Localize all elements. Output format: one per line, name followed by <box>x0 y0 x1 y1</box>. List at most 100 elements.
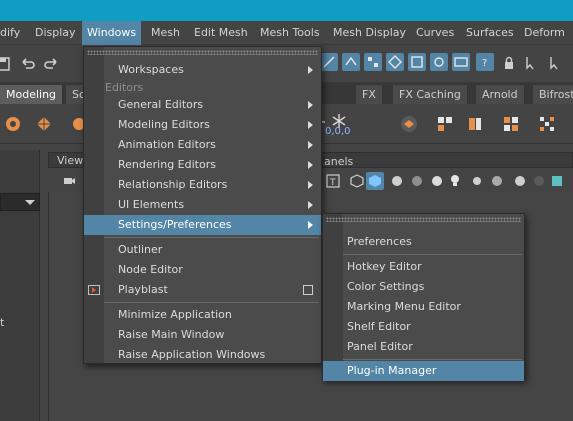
poly-sphere-icon[interactable] <box>4 115 22 133</box>
undo-icon[interactable] <box>19 55 37 73</box>
menu-item-ui-elements[interactable]: UI Elements <box>84 195 321 215</box>
tab-fx[interactable]: FX <box>356 85 383 104</box>
menu-deform[interactable]: Deform <box>519 21 570 45</box>
xray-icon[interactable] <box>548 172 566 190</box>
menu-item-hotkey-editor[interactable]: Hotkey Editor <box>323 257 524 277</box>
menu-surfaces[interactable]: Surfaces <box>461 21 519 45</box>
menu-item-relationship-editors[interactable]: Relationship Editors <box>84 175 321 195</box>
menu-item-label: Preferences <box>347 235 412 248</box>
shadows-icon[interactable] <box>468 172 486 190</box>
menu-item-shelf-editor[interactable]: Shelf Editor <box>323 317 524 337</box>
ipr-render-icon[interactable]: ? <box>476 53 494 71</box>
tear-off-handle[interactable] <box>87 50 318 55</box>
menu-item-label: Relationship Editors <box>118 178 228 191</box>
menu-modify[interactable]: dify <box>0 21 25 45</box>
menu-item-playblast[interactable]: Playblast <box>84 280 321 300</box>
menu-item-animation-editors[interactable]: Animation Editors <box>84 135 321 155</box>
title-bar <box>0 0 573 21</box>
tab-arnold[interactable]: Arnold <box>476 85 525 104</box>
poly-cube-icon[interactable] <box>35 115 53 133</box>
submenu-arrow-icon <box>308 66 313 74</box>
submenu-arrow-icon <box>308 101 313 109</box>
shade-wire-icon[interactable] <box>388 172 406 190</box>
tear-off-handle[interactable] <box>326 217 521 222</box>
checker-texture-icon[interactable] <box>408 172 426 190</box>
tab-modeling[interactable]: Modeling <box>0 85 64 104</box>
menu-item-color-settings[interactable]: Color Settings <box>323 277 524 297</box>
submenu-arrow-icon <box>308 201 313 209</box>
menu-item-label: Raise Main Window <box>118 328 225 341</box>
lock-icon[interactable] <box>500 54 518 72</box>
menu-mesh[interactable]: Mesh <box>146 21 185 45</box>
multicut-icon[interactable] <box>502 115 520 133</box>
snap-grid-icon[interactable] <box>320 53 338 71</box>
menu-item-node-editor[interactable]: Node Editor <box>84 260 321 280</box>
tab-bifrost[interactable]: Bifrost <box>533 85 573 104</box>
menu-edit-mesh[interactable]: Edit Mesh <box>189 21 253 45</box>
menu-item-raise-application-windows[interactable]: Raise Application Windows <box>84 345 321 365</box>
snap-view-icon[interactable] <box>386 53 404 71</box>
viewport-panels-menu[interactable]: anels <box>324 155 353 168</box>
menu-item-minimize-application[interactable]: Minimize Application <box>84 305 321 325</box>
left-panel <box>0 150 40 421</box>
menu-item-modeling-editors[interactable]: Modeling Editors <box>84 115 321 135</box>
extrude-icon[interactable] <box>466 115 484 133</box>
menu-curves[interactable]: Curves <box>411 21 459 45</box>
menu-item-outliner[interactable]: Outliner <box>84 240 321 260</box>
bevel-icon[interactable] <box>400 115 418 133</box>
textured-icon[interactable]: T <box>324 172 342 190</box>
menu-item-label: Node Editor <box>118 263 183 276</box>
combine-icon[interactable] <box>436 115 454 133</box>
pick-icon[interactable] <box>546 54 564 72</box>
tab-fx-caching[interactable]: FX Caching <box>393 85 468 104</box>
menu-item-label: Modeling Editors <box>118 118 210 131</box>
menu-separator <box>104 237 319 238</box>
snap-curve-icon[interactable] <box>342 53 360 71</box>
menu-mesh-display[interactable]: Mesh Display <box>328 21 411 45</box>
chevron-down-icon <box>25 200 35 205</box>
submenu-arrow-icon <box>308 141 313 149</box>
wireframe-icon[interactable] <box>348 172 366 190</box>
menu-item-rendering-editors[interactable]: Rendering Editors <box>84 155 321 175</box>
select-object-icon[interactable] <box>522 54 540 72</box>
menu-item-label: Plug-in Manager <box>347 364 437 377</box>
ambient-occlusion-icon[interactable] <box>488 172 506 190</box>
menu-item-label: Settings/Preferences <box>118 218 232 231</box>
menu-windows[interactable]: Windows <box>82 21 142 45</box>
menu-item-general-editors[interactable]: General Editors <box>84 95 321 115</box>
menu-item-label: Hotkey Editor <box>347 260 422 273</box>
menu-item-raise-main-window[interactable]: Raise Main Window <box>84 325 321 345</box>
snap-surface-icon[interactable] <box>408 53 426 71</box>
redo-icon[interactable] <box>42 55 60 73</box>
menu-mesh-tools[interactable]: Mesh Tools <box>255 21 325 45</box>
light-bulb-icon[interactable] <box>446 172 464 190</box>
menu-item-panel-editor[interactable]: Panel Editor <box>323 337 524 357</box>
option-box-icon[interactable] <box>303 285 313 295</box>
camera-icon[interactable] <box>60 172 78 190</box>
snap-live-icon[interactable] <box>430 53 448 71</box>
svg-text:?: ? <box>482 58 487 69</box>
left-panel-dropdown[interactable] <box>0 193 40 211</box>
menu-item-preferences[interactable]: Preferences <box>323 232 524 252</box>
menu-item-plug-in-manager[interactable]: Plug-in Manager <box>323 361 524 381</box>
menu-item-marking-menu-editor[interactable]: Marking Menu Editor <box>323 297 524 317</box>
lighting-icon[interactable] <box>428 172 446 190</box>
menu-item-label: Outliner <box>118 243 163 256</box>
anti-alias-icon[interactable] <box>530 172 548 190</box>
render-view-icon[interactable] <box>452 53 470 71</box>
submenu-arrow-icon <box>308 221 313 229</box>
left-panel-text: t <box>0 316 5 329</box>
menu-item-settings-preferences[interactable]: Settings/Preferences <box>84 215 321 235</box>
motion-blur-icon[interactable] <box>510 172 528 190</box>
submenu-arrow-icon <box>308 121 313 129</box>
menu-display[interactable]: Display <box>30 21 81 45</box>
section-editors: Editors <box>105 81 144 94</box>
menu-item-workspaces[interactable]: Workspaces <box>84 60 321 80</box>
save-icon[interactable] <box>0 55 12 73</box>
menu-item-label: UI Elements <box>118 198 185 211</box>
smooth-shade-icon[interactable] <box>366 172 384 190</box>
viewport-view-menu[interactable]: View <box>57 154 83 167</box>
snap-point-icon[interactable] <box>364 53 382 71</box>
menu-item-label: Minimize Application <box>118 308 232 321</box>
checker-icon[interactable] <box>538 115 556 133</box>
